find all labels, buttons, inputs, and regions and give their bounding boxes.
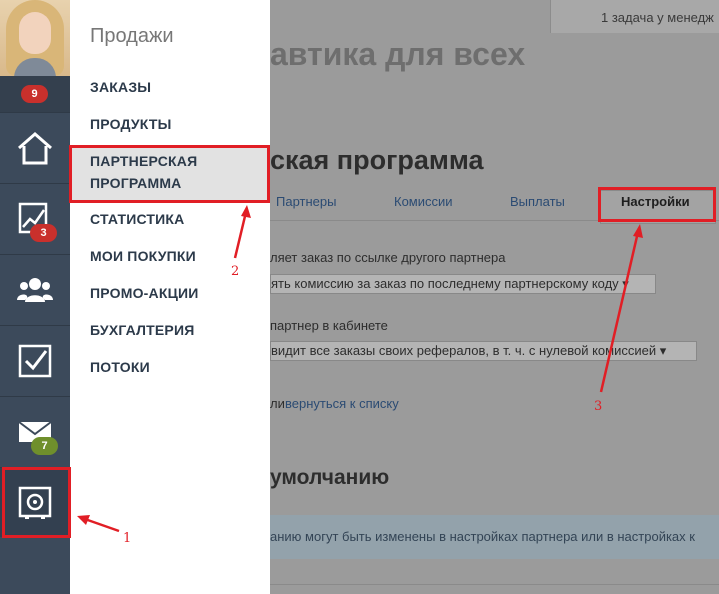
tab-payouts[interactable]: Выплаты [510, 194, 565, 209]
mail-badge: 7 [31, 437, 58, 455]
stats-badge: 3 [30, 224, 57, 242]
menu-item-products[interactable]: ПРОДУКТЫ [90, 113, 172, 135]
back-to-list-link[interactable]: вернуться к списку [285, 396, 399, 411]
notifications-badge: 9 [21, 85, 48, 103]
sidebar-item-home[interactable] [0, 112, 70, 182]
users-icon [17, 278, 53, 302]
notifications-bar[interactable]: 9 [0, 76, 70, 112]
sidebar-item-mail[interactable]: 7 [0, 396, 70, 466]
tab-partners[interactable]: Партнеры [276, 194, 336, 209]
page-title: автика для всех [270, 36, 526, 72]
home-icon [18, 132, 52, 165]
field1-label: ляет заказ по ссылке другого партнера [270, 250, 506, 265]
field2-label: партнер в кабинете [270, 318, 388, 333]
menu-item-streams[interactable]: ПОТОКИ [90, 356, 150, 378]
divider [270, 584, 719, 585]
annotation-number-2: 2 [231, 264, 240, 279]
sidebar-item-tasks[interactable] [0, 325, 70, 395]
annotation-number-1: 1 [123, 531, 132, 546]
field2-select[interactable]: видит все заказы своих рефералов, в т. ч… [270, 341, 697, 361]
annotation-frame-2 [69, 145, 270, 203]
annotation-number-3: 3 [594, 399, 603, 414]
avatar[interactable] [0, 0, 70, 76]
menu-item-my-purchases[interactable]: МОИ ПОКУПКИ [90, 245, 196, 267]
defaults-title: умолчанию [270, 466, 390, 489]
menu-item-promo[interactable]: ПРОМО-АКЦИИ [90, 282, 199, 304]
menu-item-accounting[interactable]: БУХГАЛТЕРИЯ [90, 319, 194, 341]
field1-select[interactable]: ять комиссию за заказ по последнему парт… [270, 274, 656, 294]
section-title: ская программа [270, 145, 484, 175]
sidebar-item-stats[interactable]: 3 [0, 183, 70, 253]
checkbox-icon [18, 344, 52, 378]
menu-title: Продажи [90, 25, 174, 47]
defaults-note-text: анию могут быть изменены в настройках па… [270, 529, 695, 544]
task-notice[interactable]: 1 задача у менедж [601, 10, 714, 25]
sidebar-item-partners[interactable] [0, 254, 70, 324]
task-notice-bar[interactable]: 1 задача у менедж [550, 0, 719, 33]
menu-item-statistics[interactable]: СТАТИСТИКА [90, 208, 185, 230]
defaults-note: анию могут быть изменены в настройках па… [270, 515, 719, 559]
annotation-frame-3 [598, 187, 716, 222]
main-content: 1 задача у менедж автика для всех ская п… [270, 0, 719, 594]
tab-commissions[interactable]: Комиссии [394, 194, 453, 209]
annotation-frame-1 [2, 467, 71, 538]
cancel-prefix: ли [270, 396, 285, 411]
menu-item-orders[interactable]: ЗАКАЗЫ [90, 76, 151, 98]
